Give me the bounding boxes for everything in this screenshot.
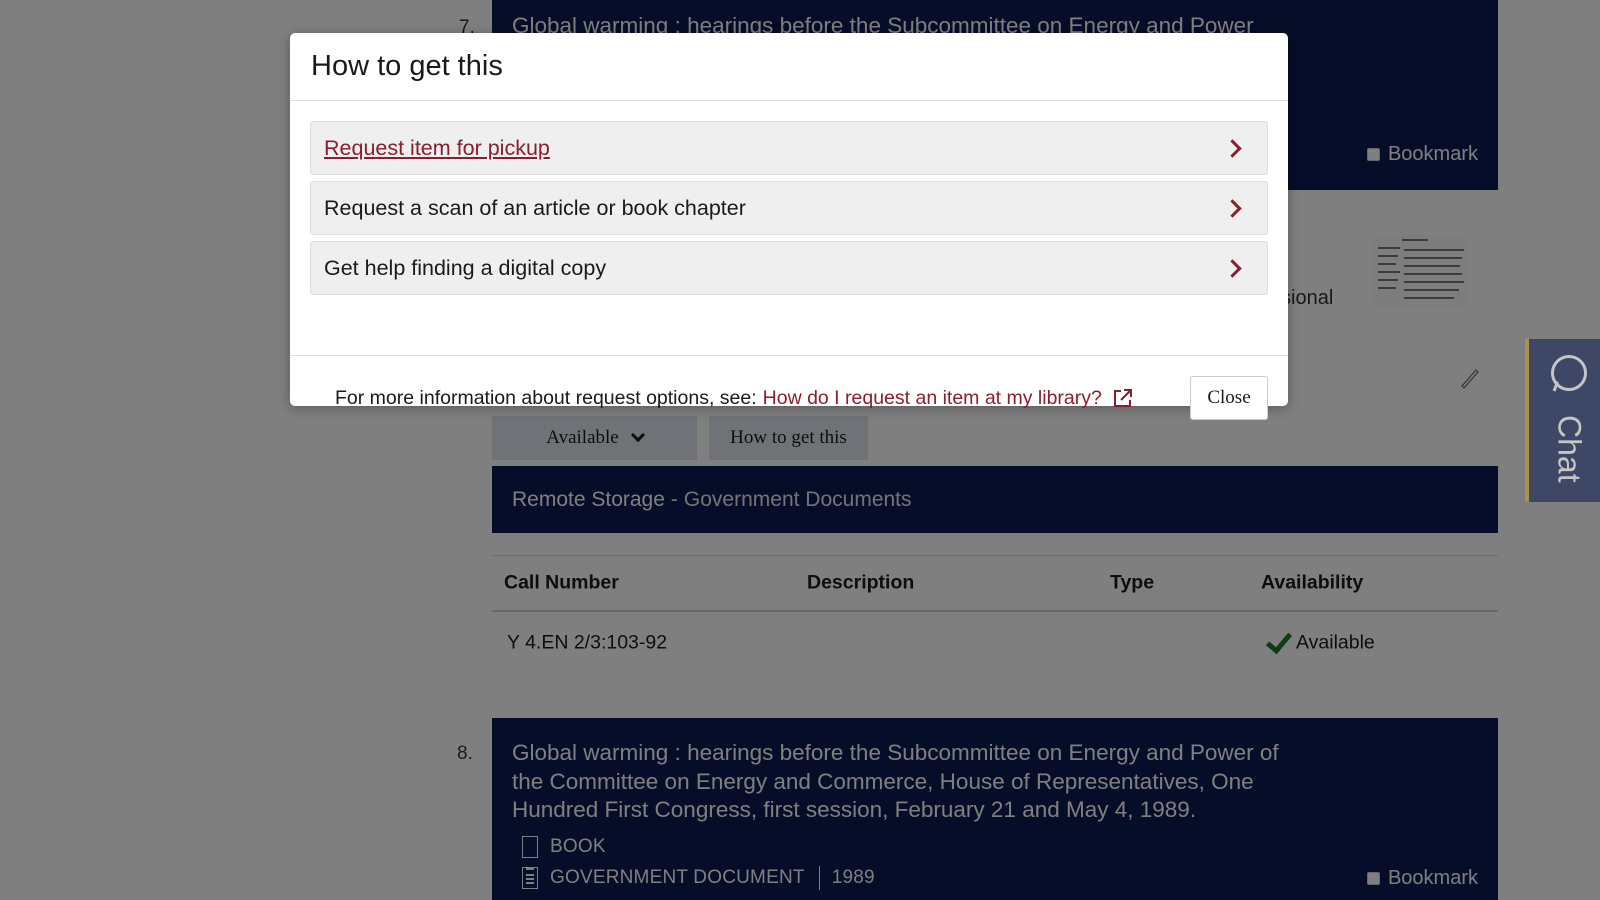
footer-info-text: For more information about request optio… bbox=[335, 386, 757, 409]
option-label: Get help finding a digital copy bbox=[324, 255, 607, 280]
how-to-get-this-dialog: How to get this Request item for pickup … bbox=[290, 33, 1288, 420]
dialog-footer: For more information about request optio… bbox=[290, 356, 1288, 440]
request-help-link-label: How do I request an item at my library? bbox=[762, 386, 1102, 409]
option-label: Request item for pickup bbox=[324, 135, 550, 160]
request-pickup-option[interactable]: Request item for pickup bbox=[310, 121, 1268, 175]
chat-label: Chat bbox=[1551, 415, 1588, 483]
chat-tab[interactable]: Chat bbox=[1525, 339, 1600, 502]
chevron-right-icon bbox=[1223, 258, 1242, 278]
digital-copy-help-option[interactable]: Get help finding a digital copy bbox=[310, 241, 1268, 295]
search-results-page: 7. Global warming : hearings before the … bbox=[0, 0, 1600, 900]
dialog-body: Request item for pickup Request a scan o… bbox=[290, 101, 1288, 356]
chat-bubble-icon bbox=[1551, 355, 1587, 391]
chevron-right-icon bbox=[1223, 138, 1242, 158]
close-button[interactable]: Close bbox=[1190, 376, 1268, 420]
chevron-right-icon bbox=[1223, 198, 1242, 218]
option-label: Request a scan of an article or book cha… bbox=[324, 195, 746, 220]
external-link-icon bbox=[1113, 389, 1132, 407]
dialog-title: How to get this bbox=[311, 50, 503, 82]
dialog-header: How to get this bbox=[290, 33, 1288, 101]
request-scan-option[interactable]: Request a scan of an article or book cha… bbox=[310, 181, 1268, 235]
request-help-link[interactable]: How do I request an item at my library? bbox=[763, 387, 1134, 410]
